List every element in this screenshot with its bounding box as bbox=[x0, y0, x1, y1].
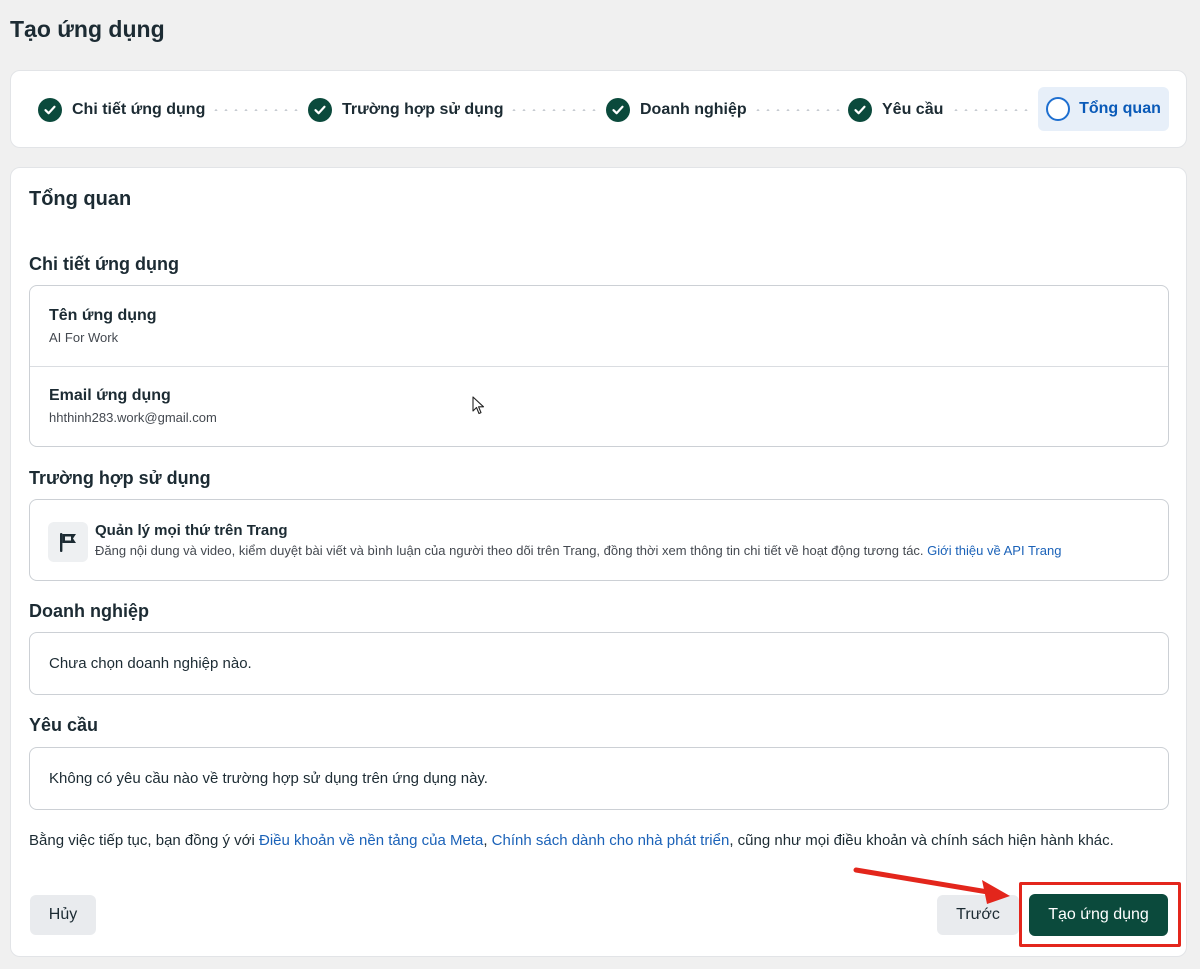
check-circle-icon bbox=[848, 98, 872, 122]
field-value: hhthinh283.work@gmail.com bbox=[49, 410, 217, 425]
create-app-button[interactable]: Tạo ứng dụng bbox=[1029, 894, 1168, 936]
section-requirements-title: Yêu cầu bbox=[29, 715, 99, 735]
use-case-box: Quản lý mọi thứ trên Trang Đăng nội dung… bbox=[29, 499, 1169, 581]
terms-suffix: , cũng như mọi điều khoản và chính sách … bbox=[729, 832, 1114, 849]
field-label: Email ứng dụng bbox=[49, 387, 171, 404]
step-label: Chi tiết ứng dụng bbox=[72, 101, 206, 118]
step-connector bbox=[509, 109, 597, 111]
cancel-button[interactable]: Hủy bbox=[30, 895, 96, 935]
field-value: AI For Work bbox=[49, 330, 119, 345]
stepper: Chi tiết ứng dụng Trường hợp sử dụng Doa… bbox=[10, 70, 1187, 148]
check-circle-icon bbox=[308, 98, 332, 122]
requirements-box: Không có yêu cầu nào về trường hợp sử dụ… bbox=[29, 747, 1169, 810]
section-app-details-title: Chi tiết ứng dụng bbox=[29, 254, 180, 274]
empty-circle-icon bbox=[1046, 97, 1071, 121]
app-details-box: Tên ứng dụng AI For Work Email ứng dụng … bbox=[29, 285, 1169, 447]
step-connector bbox=[951, 109, 1031, 111]
step-app-details[interactable]: Chi tiết ứng dụng bbox=[38, 95, 205, 125]
terms-prefix: Bằng việc tiếp tục, bạn đồng ý với bbox=[29, 832, 259, 849]
business-box: Chưa chọn doanh nghiệp nào. bbox=[29, 632, 1169, 695]
divider bbox=[30, 366, 1168, 367]
step-label: Yêu cầu bbox=[882, 101, 944, 118]
check-circle-icon bbox=[38, 98, 62, 122]
overview-card: Tổng quan Chi tiết ứng dụng Tên ứng dụng… bbox=[10, 167, 1187, 957]
app-name-field: Tên ứng dụng AI For Work bbox=[49, 307, 157, 345]
back-button[interactable]: Trước bbox=[937, 895, 1019, 935]
app-email-field: Email ứng dụng hhthinh283.work@gmail.com bbox=[49, 387, 217, 425]
step-requirements[interactable]: Yêu cầu bbox=[848, 95, 943, 125]
section-business-title: Doanh nghiệp bbox=[29, 601, 149, 621]
step-connector bbox=[753, 109, 841, 111]
api-page-link[interactable]: Giới thiệu về API Trang bbox=[927, 543, 1061, 558]
section-use-case-title: Trường hợp sử dụng bbox=[29, 468, 211, 488]
use-case-title: Quản lý mọi thứ trên Trang bbox=[95, 522, 288, 539]
step-label: Tổng quan bbox=[1079, 100, 1161, 117]
card-title: Tổng quan bbox=[29, 188, 132, 210]
business-value: Chưa chọn doanh nghiệp nào. bbox=[49, 655, 252, 672]
field-label: Tên ứng dụng bbox=[49, 307, 157, 324]
step-label: Doanh nghiệp bbox=[640, 101, 747, 118]
developer-policies-link[interactable]: Chính sách dành cho nhà phát triển bbox=[492, 832, 730, 849]
terms-text: Bằng việc tiếp tục, bạn đồng ý với Điều … bbox=[29, 829, 1174, 853]
check-circle-icon bbox=[606, 98, 630, 122]
flag-icon bbox=[48, 522, 88, 562]
step-connector bbox=[211, 109, 299, 111]
requirements-value: Không có yêu cầu nào về trường hợp sử dụ… bbox=[49, 770, 488, 787]
step-business[interactable]: Doanh nghiệp bbox=[606, 95, 747, 125]
page-title: Tạo ứng dụng bbox=[10, 16, 165, 42]
step-label: Trường hợp sử dụng bbox=[342, 101, 504, 118]
meta-platform-terms-link[interactable]: Điều khoản về nền tảng của Meta bbox=[259, 832, 483, 849]
use-case-description: Đăng nội dung và video, kiểm duyệt bài v… bbox=[95, 543, 1061, 558]
step-use-case[interactable]: Trường hợp sử dụng bbox=[308, 95, 503, 125]
step-overview[interactable]: Tổng quan bbox=[1038, 87, 1169, 131]
use-case-description-text: Đăng nội dung và video, kiểm duyệt bài v… bbox=[95, 543, 924, 558]
terms-separator: , bbox=[483, 832, 492, 849]
